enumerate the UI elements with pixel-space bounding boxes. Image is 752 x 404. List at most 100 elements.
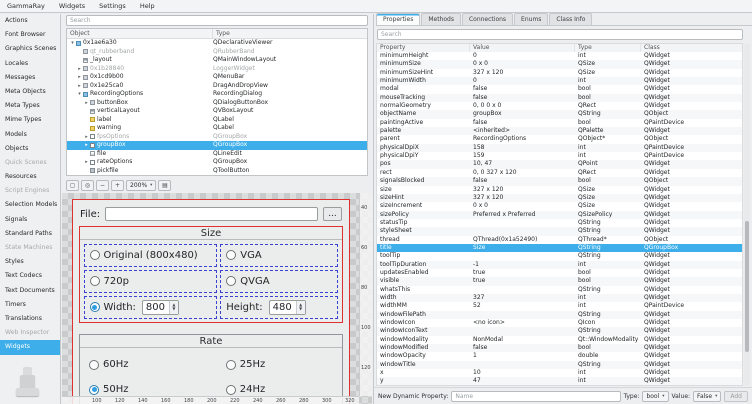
property-row-rect[interactable]: rect 0, 0 327 x 120 QRect QWidget <box>377 169 742 177</box>
property-row-windowmodified[interactable]: windowModified false bool QWidget <box>377 344 742 353</box>
property-row-x[interactable]: x 10 int QWidget <box>377 369 742 377</box>
property-row-tooltipduration[interactable]: toolTipDuration -1 int QWidget <box>377 260 742 269</box>
expand-arrow-icon[interactable]: ▸ <box>76 65 83 74</box>
sidebar-item-text-codecs[interactable]: Text Codecs <box>0 269 60 283</box>
radio-25hz[interactable] <box>225 359 236 370</box>
property-row-y[interactable]: y 47 int QWidget <box>377 377 742 385</box>
property-row-stylesheet[interactable]: styleSheet QString QWidget <box>377 227 742 236</box>
sidebar-item-meta-types[interactable]: Meta Types <box>0 99 60 113</box>
sidebar-item-script-engines[interactable]: Script Engines <box>0 184 60 198</box>
column-header-object[interactable]: Object <box>67 29 213 38</box>
add-property-button[interactable]: Add <box>724 390 748 402</box>
column-header-value[interactable]: Value <box>470 44 575 52</box>
property-row-size[interactable]: size 327 x 120 QSize QWidget <box>377 186 742 194</box>
screenshot-icon[interactable]: ▤ <box>158 179 172 191</box>
tree-row-qt-rubberband[interactable]: qt_rubberband QRubberBand <box>67 48 367 57</box>
property-row-windowicontext[interactable]: windowIconText QString QWidget <box>377 327 742 336</box>
sidebar-item-meta-objects[interactable]: Meta Objects <box>0 85 60 99</box>
sidebar-item-objects[interactable]: Objects <box>0 142 60 156</box>
tree-row-fpsoptions[interactable]: ▸ fpsOptions QGroupBox <box>67 133 367 142</box>
property-row-physicaldpiy[interactable]: physicalDpiY 159 int QPaintDevice <box>377 152 742 160</box>
spinner-arrows-icon[interactable]: ▲ ▼ <box>295 300 305 314</box>
property-row-physicaldpix[interactable]: physicalDpiX 158 int QPaintDevice <box>377 143 742 153</box>
property-row-parent[interactable]: parent RecordingOptions QObject* QObject <box>377 135 742 143</box>
sidebar-item-text-documents[interactable]: Text Documents <box>0 284 60 298</box>
sidebar-item-models[interactable]: Models <box>0 128 60 142</box>
sidebar-item-quick-scenes[interactable]: Quick Scenes <box>0 156 60 170</box>
sidebar-item-messages[interactable]: Messages <box>0 71 60 85</box>
sidebar-item-graphics-scenes[interactable]: Graphics Scenes <box>0 42 60 56</box>
property-row-paintingactive[interactable]: paintingActive false bool QPaintDevice <box>377 119 742 127</box>
sidebar-item-mime-types[interactable]: Mime Types <box>0 113 60 127</box>
tree-row-0x1cd9b00[interactable]: ▸ 0x1cd9b00 QMenuBar <box>67 73 367 82</box>
tree-row-rateoptions[interactable]: ▸ rateOptions QGroupBox <box>67 158 367 167</box>
property-row-modal[interactable]: modal false bool QWidget <box>377 85 742 93</box>
scrollbar-thumb[interactable] <box>745 221 749 352</box>
collapse-arrow-icon[interactable]: ▾ <box>69 39 76 48</box>
column-header-class[interactable]: Class <box>641 44 742 52</box>
tab-methods[interactable]: Methods <box>421 13 461 25</box>
sidebar-item-styles[interactable]: Styles <box>0 255 60 269</box>
zoom-combo[interactable]: 200% ▾ <box>126 179 157 191</box>
property-row-widthmm[interactable]: widthMM 52 int QPaintDevice <box>377 302 742 310</box>
property-row-sizehint[interactable]: sizeHint 327 x 120 QSize QWidget <box>377 193 742 203</box>
sidebar-item-timers[interactable]: Timers <box>0 298 60 312</box>
tree-row-label[interactable]: label QLabel <box>67 116 367 125</box>
sidebar-item-translations[interactable]: Translations <box>0 312 60 326</box>
radio-50hz[interactable] <box>89 384 99 395</box>
property-row-mousetracking[interactable]: mouseTracking false bool QWidget <box>377 93 742 103</box>
collapse-arrow-icon[interactable]: ▾ <box>76 90 83 99</box>
column-header-property[interactable]: Property <box>377 44 470 52</box>
radio-vga[interactable] <box>226 250 237 260</box>
sidebar-item-state-machines[interactable]: State Machines <box>0 241 60 255</box>
property-row-windowtitle[interactable]: windowTitle QString QWidget <box>377 360 742 370</box>
property-row-windowicon[interactable]: windowIcon <no icon> QIcon QWidget <box>377 319 742 327</box>
property-row-minimumheight[interactable]: minimumHeight 0 int QWidget <box>377 52 742 60</box>
sidebar-item-signals[interactable]: Signals <box>0 213 60 227</box>
tree-row-groupbox[interactable]: ▸ groupBox QGroupBox <box>67 141 367 150</box>
sidebar-item-widgets[interactable]: Widgets <box>0 340 60 355</box>
new-property-name-input[interactable] <box>451 390 621 402</box>
zoom-out-icon[interactable]: − <box>96 179 109 191</box>
property-row-windowopacity[interactable]: windowOpacity 1 double QWidget <box>377 352 742 360</box>
widget-preview[interactable]: File: ... Size Original (800x480) VGA 720p… <box>62 193 372 404</box>
property-row-whatsthis[interactable]: whatsThis QString QWidget <box>377 286 742 294</box>
property-row-windowmodality[interactable]: windowModality NonModal Qt::WindowModality… <box>377 336 742 344</box>
property-row-palette[interactable]: palette <inherited> QPalette QWidget <box>377 127 742 136</box>
menu-item-gammaray[interactable]: GammaRay <box>0 0 52 12</box>
tree-row-pickfile[interactable]: pickfile QToolButton <box>67 167 367 176</box>
expand-arrow-icon[interactable]: ▸ <box>76 73 83 82</box>
property-row-minimumsize[interactable]: minimumSize 0 x 0 QSize QWidget <box>377 60 742 69</box>
column-header-type[interactable]: Type <box>575 44 641 52</box>
sidebar-item-resources[interactable]: Resources <box>0 170 60 184</box>
expand-arrow-icon[interactable]: ▸ <box>83 141 90 150</box>
menu-item-settings[interactable]: Settings <box>92 0 133 12</box>
spinbox-height[interactable]: 480 ▲ ▼ <box>268 299 306 315</box>
property-row-pos[interactable]: pos 10, 47 QPoint QWidget <box>377 160 742 169</box>
tree-row-layout[interactable]: _layout QMainWindowLayout <box>67 56 367 65</box>
spinbox-width[interactable]: 800 ▲ ▼ <box>141 299 179 315</box>
zoom-in-icon[interactable]: + <box>111 179 124 191</box>
sidebar-item-font-browser[interactable]: Font Browser <box>0 28 60 42</box>
tab-connections[interactable]: Connections <box>461 13 514 25</box>
browse-button[interactable]: ... <box>323 207 342 221</box>
property-row-signalsblocked[interactable]: signalsBlocked false bool QObject <box>377 177 742 186</box>
sidebar-item-locales[interactable]: Locales <box>0 57 60 71</box>
sidebar-item-selection-models[interactable]: Selection Models <box>0 198 60 212</box>
property-row-minimumwidth[interactable]: minimumWidth 0 int QWidget <box>377 77 742 86</box>
property-row-title[interactable]: title Size QString QGroupBox <box>377 243 742 253</box>
property-row-sizeincrement[interactable]: sizeIncrement 0 x 0 QSize QWidget <box>377 202 742 210</box>
tree-row-0x1b28840[interactable]: ▸ 0x1b28840 LoggerWidget <box>67 65 367 74</box>
property-row-windowfilepath[interactable]: windowFilePath QString QWidget <box>377 310 742 319</box>
property-row-updatesenabled[interactable]: updatesEnabled true bool QWidget <box>377 269 742 277</box>
file-input[interactable] <box>105 207 318 221</box>
vertical-scrollbar[interactable] <box>744 43 750 386</box>
tree-row-recordingoptions[interactable]: ▾ RecordingOptions RecordingDialog <box>67 90 367 99</box>
menu-item-help[interactable]: Help <box>133 0 162 12</box>
expand-arrow-icon[interactable]: ▸ <box>76 82 83 91</box>
tab-enums[interactable]: Enums <box>514 13 549 25</box>
expand-arrow-icon[interactable]: ▸ <box>83 133 90 142</box>
tree-row-warning[interactable]: warning QLabel <box>67 124 367 133</box>
radio-qvga[interactable] <box>226 276 237 286</box>
expand-arrow-icon[interactable]: ▸ <box>83 99 90 108</box>
